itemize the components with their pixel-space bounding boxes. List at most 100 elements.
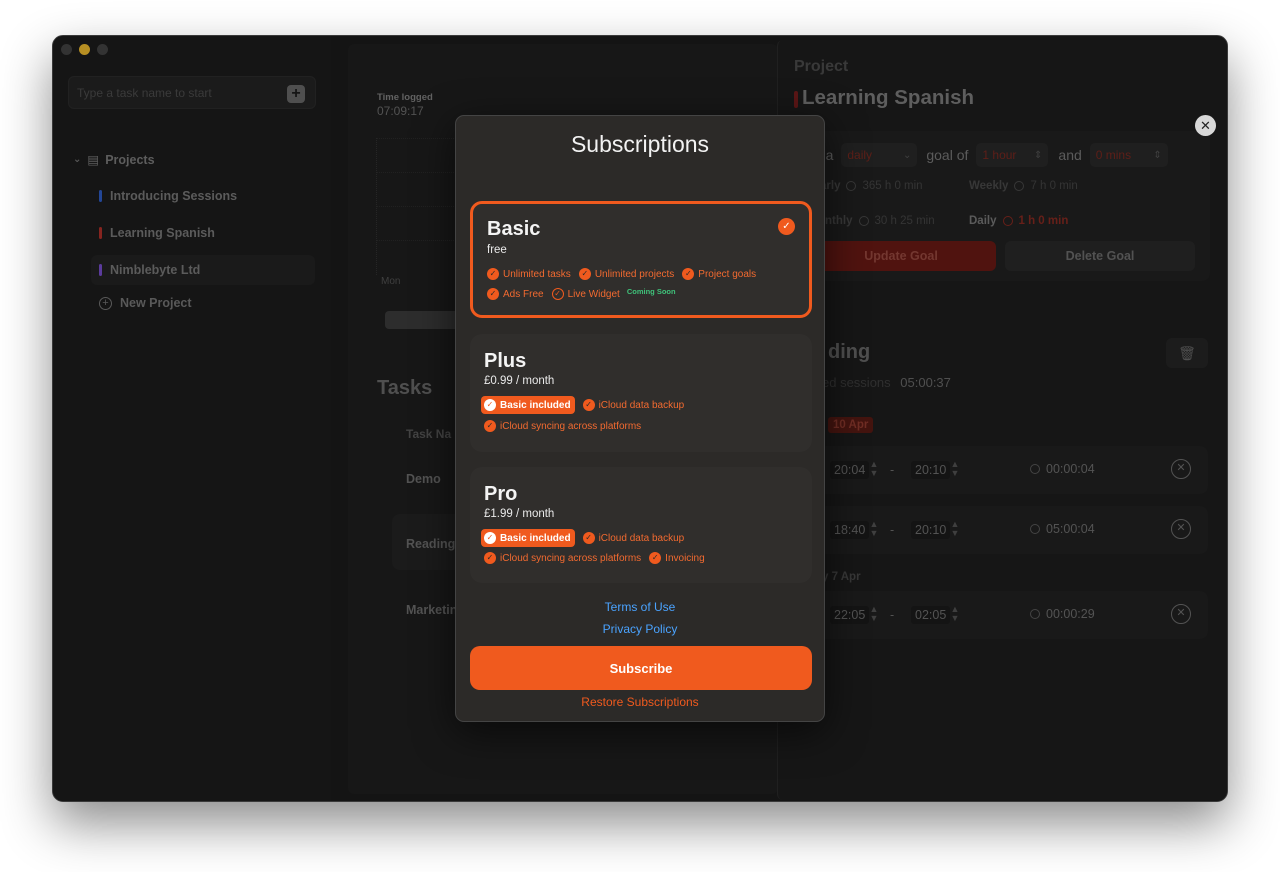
new-project-button[interactable]: + New Project bbox=[99, 296, 192, 310]
project-color-bar bbox=[794, 91, 798, 108]
check-icon: ✓ bbox=[484, 399, 496, 411]
feature-label: iCloud data backup bbox=[598, 532, 685, 544]
task-name-input[interactable] bbox=[77, 86, 277, 100]
check-icon: ✓ bbox=[582, 532, 595, 544]
project-color-bar bbox=[99, 190, 102, 202]
time-separator: - bbox=[890, 608, 895, 622]
check-outline-icon: ✓ bbox=[551, 288, 564, 300]
task-row[interactable]: Reading bbox=[406, 537, 455, 551]
feature-label: Invoicing bbox=[665, 552, 705, 564]
sidebar-item-learning-spanish[interactable]: Learning Spanish bbox=[91, 218, 315, 248]
check-icon: ✓ bbox=[682, 268, 695, 280]
session-duration-value: 00:00:29 bbox=[1046, 607, 1095, 621]
feature-label: iCloud data backup bbox=[598, 399, 685, 411]
close-modal-icon[interactable]: ✕ bbox=[1195, 115, 1216, 136]
goal-box: et a daily ⌄ goal of 1 hour ⇕ and 0 mins… bbox=[790, 131, 1210, 281]
selected-check-icon: ✓ bbox=[778, 218, 795, 235]
privacy-policy-link[interactable]: Privacy Policy bbox=[456, 622, 824, 636]
alarm-clock-icon bbox=[1002, 216, 1013, 226]
session-duration: 00:00:04 bbox=[1030, 462, 1095, 476]
chevron-down-icon: ⌄ bbox=[73, 154, 82, 165]
sidebar-item-nimblebyte[interactable]: Nimblebyte Ltd bbox=[91, 255, 315, 285]
zoom-window-button[interactable] bbox=[97, 44, 108, 55]
plan-card-basic[interactable]: Basic free ✓ ✓ Unlimited tasks ✓ Unlimited… bbox=[470, 201, 812, 318]
projects-icon: ▤ bbox=[87, 153, 100, 167]
chart-scroll-slider[interactable] bbox=[385, 311, 465, 329]
projects-header[interactable]: ⌄ ▤ Projects bbox=[73, 152, 155, 168]
add-task-button[interactable]: + bbox=[287, 85, 305, 103]
stepper-icon[interactable]: ▲ ▼ bbox=[950, 520, 960, 538]
clock-icon bbox=[1014, 181, 1025, 191]
session-start-time[interactable]: 22:05 bbox=[830, 606, 870, 624]
feature-item: ✓ iCloud syncing across platforms bbox=[484, 420, 641, 432]
goal-period-select[interactable]: daily ⌄ bbox=[841, 143, 918, 167]
task-row[interactable]: Marketin bbox=[406, 603, 457, 617]
monthly-stat: onthly 30 h 25 min bbox=[818, 215, 935, 227]
plan-name: Pro bbox=[484, 483, 518, 505]
time-separator: - bbox=[890, 463, 895, 477]
session-summary-label: ed sessions bbox=[822, 375, 891, 390]
daily-value: 1 h 0 min bbox=[1018, 215, 1069, 227]
stepper-icon[interactable]: ▲ ▼ bbox=[869, 605, 879, 623]
minimize-window-button[interactable] bbox=[79, 44, 90, 55]
goal-hours-stepper[interactable]: 1 hour ⇕ bbox=[976, 143, 1049, 167]
sidebar-item-introducing-sessions[interactable]: Introducing Sessions bbox=[91, 181, 315, 211]
clock-icon bbox=[1030, 524, 1040, 534]
stepper-icon[interactable]: ▲ ▼ bbox=[869, 460, 879, 478]
goal-period-value: daily bbox=[847, 148, 873, 162]
weekly-label: Weekly bbox=[969, 180, 1009, 192]
stepper-icon[interactable]: ▲ ▼ bbox=[869, 520, 879, 538]
session-end-time[interactable]: 20:10 bbox=[911, 461, 951, 479]
task-name-column-header[interactable]: Task Na bbox=[406, 427, 451, 441]
feature-item: ✓ Invoicing bbox=[649, 552, 705, 564]
basic-included-badge: ✓ Basic included bbox=[481, 529, 575, 547]
feature-label: Unlimited tasks bbox=[503, 268, 571, 280]
delete-goal-button[interactable]: Delete Goal bbox=[1005, 241, 1195, 271]
window-controls bbox=[61, 44, 108, 55]
time-separator: - bbox=[890, 523, 895, 537]
session-start-time[interactable]: 20:04 bbox=[830, 461, 870, 479]
feature-item: ✓ Project goals bbox=[682, 268, 756, 280]
subscribe-button[interactable]: Subscribe bbox=[470, 646, 812, 690]
feature-label: Live Widget bbox=[567, 288, 620, 300]
tasks-title: Tasks bbox=[377, 377, 433, 399]
time-logged-label: Time logged bbox=[377, 92, 433, 103]
plan-card-pro[interactable]: Pro £1.99 / month ✓ Basic included ✓ iClou… bbox=[470, 467, 812, 583]
remove-session-icon[interactable]: ✕ bbox=[1171, 519, 1191, 539]
remove-session-icon[interactable]: ✕ bbox=[1171, 604, 1191, 624]
sidebar-item-label: Nimblebyte Ltd bbox=[110, 263, 201, 277]
session-duration-value: 00:00:04 bbox=[1046, 462, 1095, 476]
project-detail-panel: Project Learning Spanish et a daily ⌄ go… bbox=[777, 40, 1227, 800]
session-end-time[interactable]: 20:10 bbox=[911, 521, 951, 539]
sidebar: + ⌄ ▤ Projects Introducing Sessions Lear… bbox=[53, 36, 331, 801]
session-duration-value: 05:00:04 bbox=[1046, 522, 1095, 536]
session-start-time[interactable]: 18:40 bbox=[830, 521, 870, 539]
update-goal-button[interactable]: Update Goal bbox=[806, 241, 996, 271]
goal-mins-stepper[interactable]: 0 mins ⇕ bbox=[1089, 143, 1168, 167]
session-row: 22:05 ▲ ▼ - 02:05 ▲ ▼ 00:00:29 ✕ bbox=[818, 591, 1208, 639]
stepper-icon: ⇕ bbox=[1034, 149, 1043, 161]
feature-label: Basic included bbox=[500, 532, 571, 544]
plan-card-plus[interactable]: Plus £0.99 / month ✓ Basic included ✓ iClo… bbox=[470, 334, 812, 452]
session-end-time[interactable]: 02:05 bbox=[911, 606, 951, 624]
modal-title: Subscriptions bbox=[570, 131, 710, 157]
close-window-button[interactable] bbox=[61, 44, 72, 55]
terms-of-use-link[interactable]: Terms of Use bbox=[456, 600, 824, 614]
chevron-down-icon: ⌄ bbox=[902, 149, 912, 161]
plan-name: Plus bbox=[484, 350, 527, 372]
feature-label: Project goals bbox=[698, 268, 757, 280]
session-summary-total: 05:00:37 bbox=[900, 375, 951, 390]
stepper-icon[interactable]: ▲ ▼ bbox=[950, 605, 960, 623]
daily-label: Daily bbox=[969, 215, 997, 227]
remove-session-icon[interactable]: ✕ bbox=[1171, 459, 1191, 479]
plan-price: £1.99 / month bbox=[484, 508, 555, 520]
task-row[interactable]: Demo bbox=[406, 472, 441, 486]
trash-icon[interactable]: 🗑 bbox=[1166, 338, 1208, 368]
new-project-label: New Project bbox=[120, 296, 192, 310]
feature-item: ✓ iCloud syncing across platforms bbox=[484, 552, 641, 564]
project-color-bar bbox=[99, 227, 102, 239]
restore-subscriptions-link[interactable]: Restore Subscriptions bbox=[456, 695, 824, 709]
check-icon: ✓ bbox=[649, 552, 662, 564]
stepper-icon[interactable]: ▲ ▼ bbox=[950, 460, 960, 478]
monthly-value: 30 h 25 min bbox=[874, 215, 935, 227]
